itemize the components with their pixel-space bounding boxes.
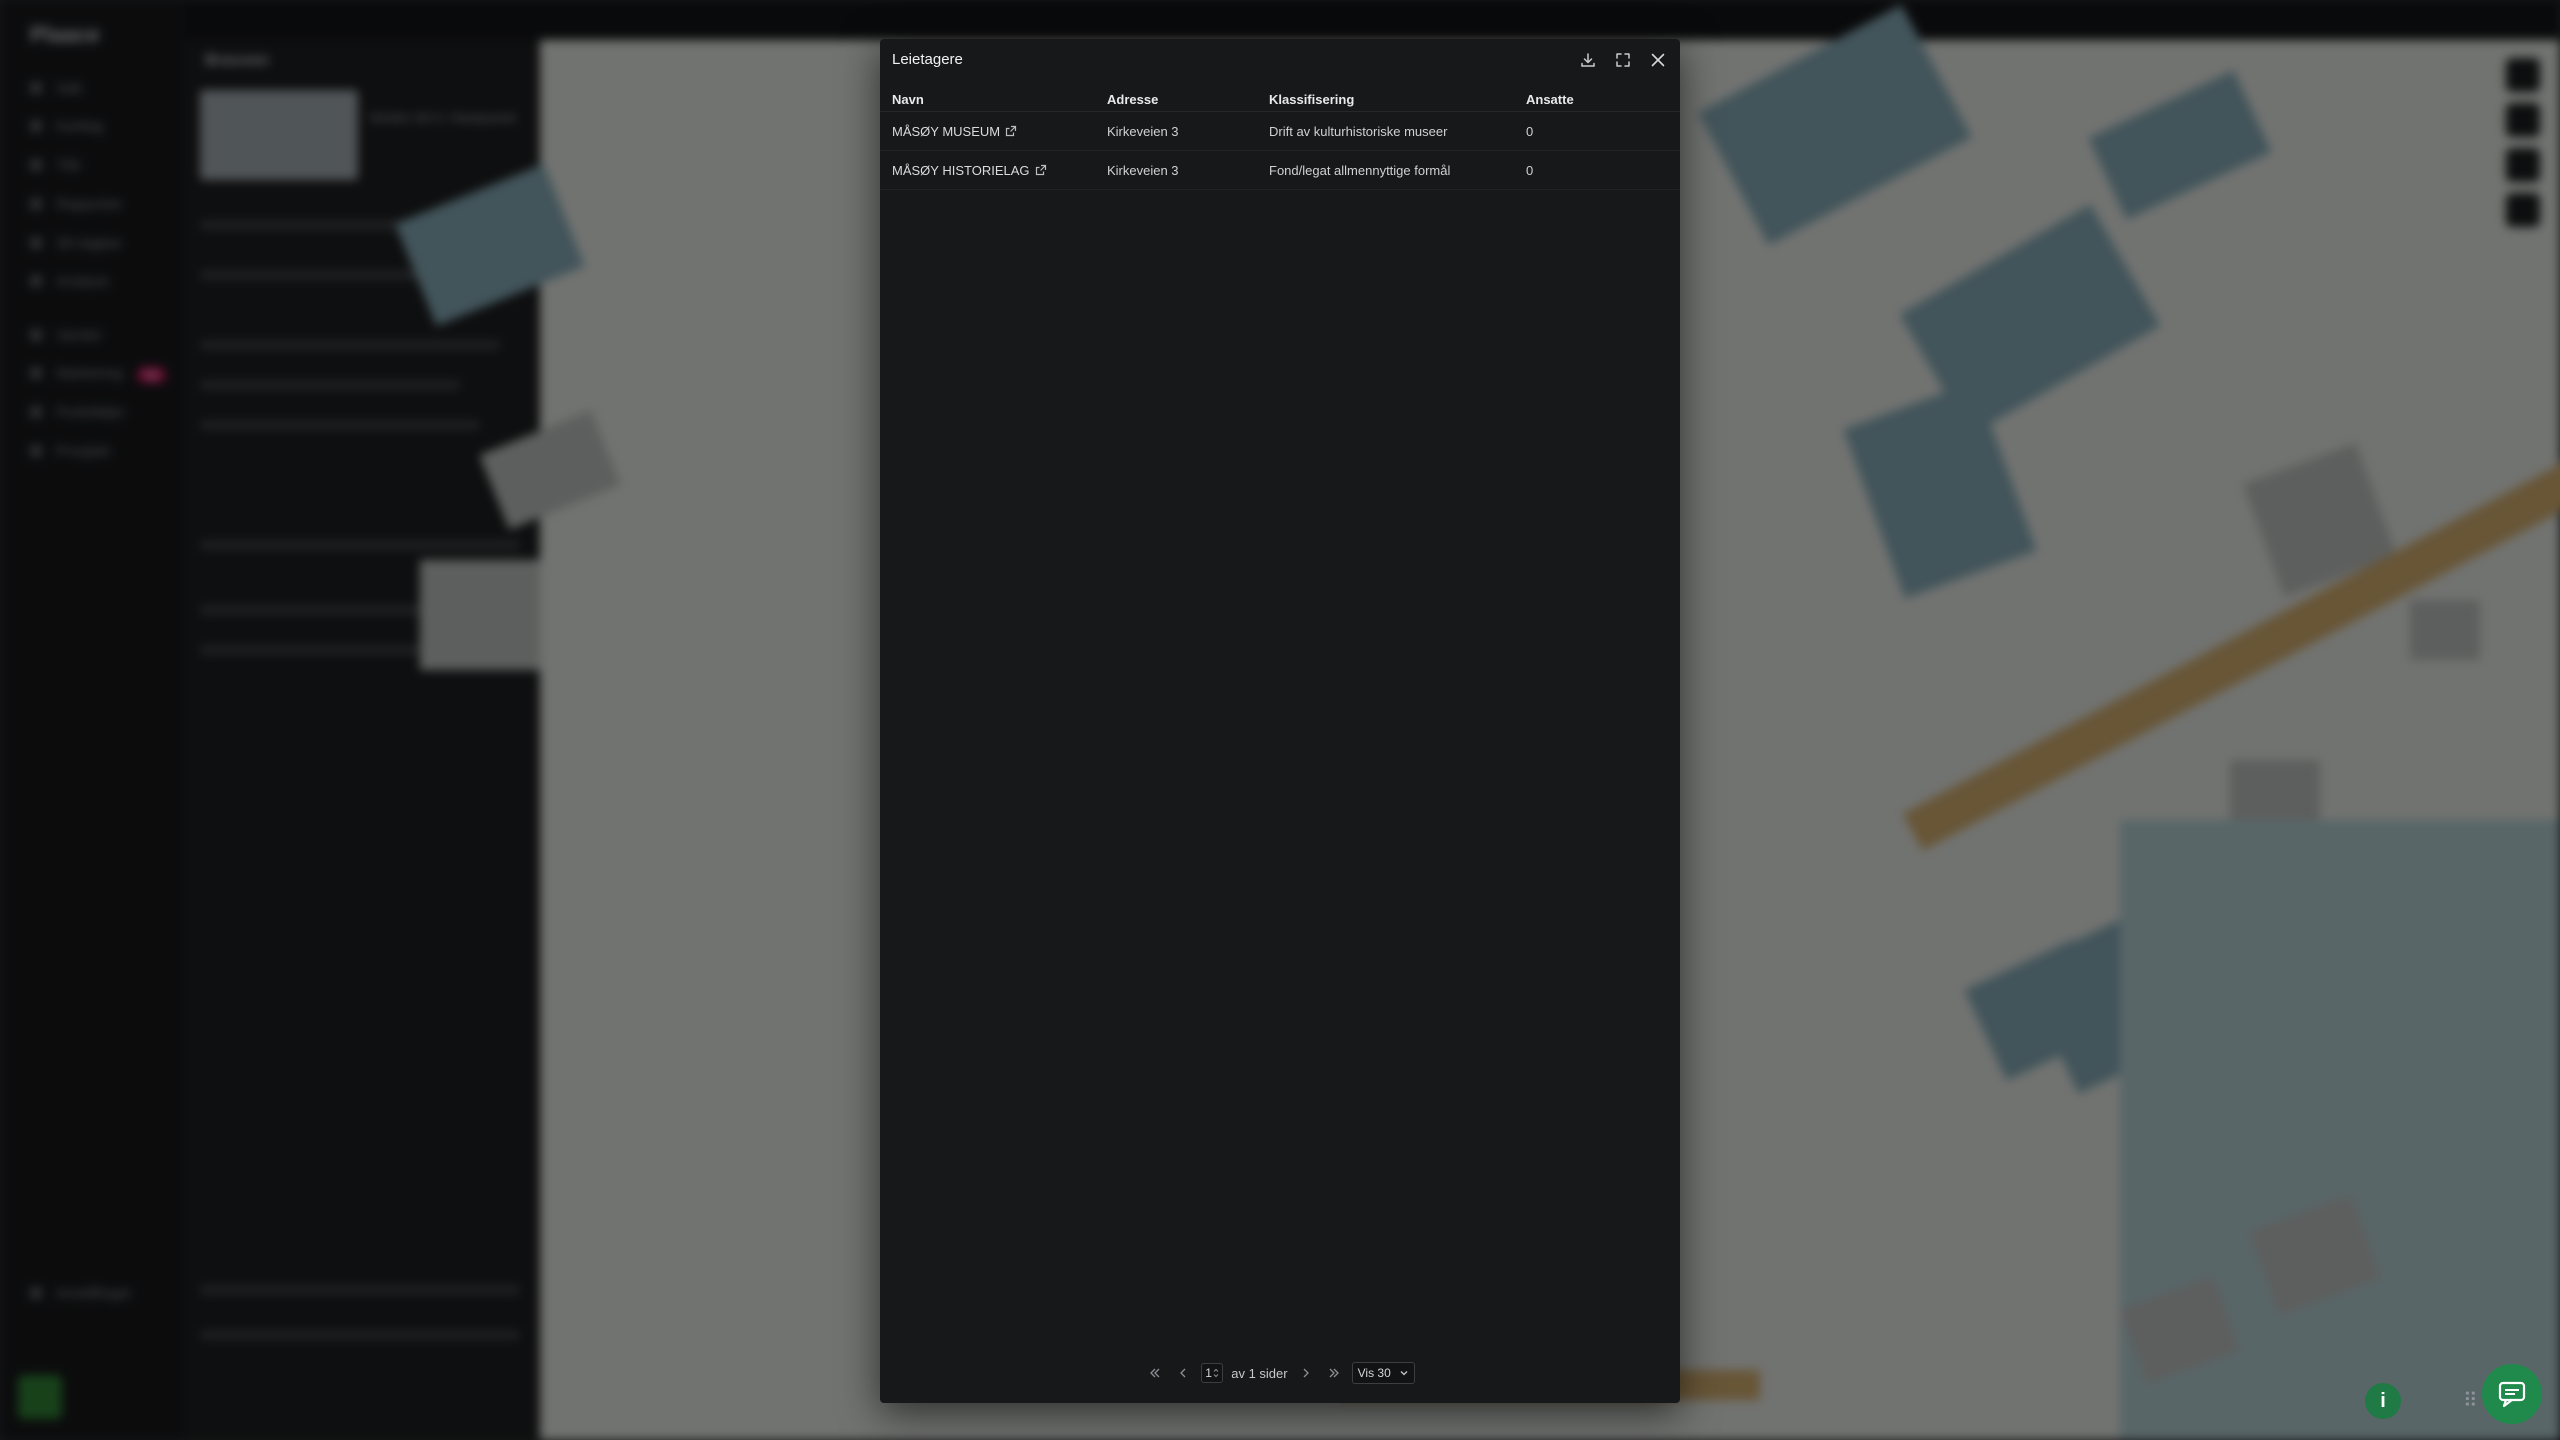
first-page-button[interactable] <box>1145 1363 1165 1383</box>
pagination: 1 av 1 sider Vis 30 <box>880 1360 1680 1386</box>
next-page-icon <box>1303 1368 1309 1378</box>
chat-icon <box>2498 1381 2526 1408</box>
tenant-employees-cell: 0 <box>1514 111 1680 151</box>
tenant-address-cell: Kirkeveien 3 <box>1095 150 1257 190</box>
tenants-table: Navn Adresse Klassifisering Ansatte MÅSØ… <box>880 87 1680 190</box>
tenant-name-cell: MÅSØY MUSEUM <box>880 111 1095 151</box>
download-icon <box>1580 52 1595 67</box>
chevron-down-icon <box>1400 1371 1408 1376</box>
column-header-klassifisering[interactable]: Klassifisering <box>1257 87 1514 112</box>
tenant-employees-cell: 0 <box>1514 150 1680 190</box>
chat-button[interactable] <box>2482 1364 2542 1424</box>
expand-icon <box>1615 52 1630 67</box>
tenant-classification-cell: Fond/legat allmennyttige formål <box>1257 150 1514 190</box>
download-button[interactable] <box>1575 47 1600 72</box>
close-button[interactable] <box>1645 47 1670 72</box>
table-row: MÅSØY MUSEUM Kirkeveien 3 Drift av kultu… <box>880 111 1680 151</box>
page-number-value: 1 <box>1205 1366 1212 1380</box>
column-header-adresse[interactable]: Adresse <box>1095 87 1257 112</box>
info-icon[interactable]: i <box>2365 1383 2401 1419</box>
next-page-button[interactable] <box>1296 1363 1316 1383</box>
page-size-value: Vis 30 <box>1357 1366 1391 1380</box>
prev-page-button[interactable] <box>1173 1363 1193 1383</box>
column-header-navn[interactable]: Navn <box>880 87 1095 112</box>
external-link-icon[interactable] <box>1005 125 1017 137</box>
page-number-input[interactable]: 1 <box>1201 1363 1224 1383</box>
page-count-label: av 1 sider <box>1231 1365 1288 1381</box>
tenant-name-link[interactable]: MÅSØY HISTORIELAG <box>892 163 1030 178</box>
stepper-icon <box>1213 1368 1219 1378</box>
prev-page-icon <box>1180 1368 1186 1378</box>
last-page-button[interactable] <box>1324 1363 1344 1383</box>
first-page-icon <box>1150 1368 1160 1378</box>
table-row: MÅSØY HISTORIELAG Kirkeveien 3 Fond/lega… <box>880 150 1680 190</box>
page-size-select[interactable]: Vis 30 <box>1351 1362 1415 1384</box>
last-page-icon <box>1329 1368 1339 1378</box>
expand-button[interactable] <box>1610 47 1635 72</box>
column-header-ansatte[interactable]: Ansatte <box>1514 87 1680 112</box>
external-link-icon[interactable] <box>1035 164 1047 176</box>
tenant-address-cell: Kirkeveien 3 <box>1095 111 1257 151</box>
tenant-name-link[interactable]: MÅSØY MUSEUM <box>892 124 1000 139</box>
tenant-name-cell: MÅSØY HISTORIELAG <box>880 150 1095 190</box>
dialog-actions <box>1575 47 1670 72</box>
table-header-row: Navn Adresse Klassifisering Ansatte <box>880 87 1680 112</box>
drag-handle-icon[interactable]: ⠿ <box>2463 1388 2478 1413</box>
close-icon <box>1651 53 1664 66</box>
dialog-title: Leietagere <box>892 51 963 68</box>
tenants-dialog: Leietagere Navn Adresse Klassifisering A… <box>880 39 1680 1403</box>
tenant-classification-cell: Drift av kulturhistoriske museer <box>1257 111 1514 151</box>
